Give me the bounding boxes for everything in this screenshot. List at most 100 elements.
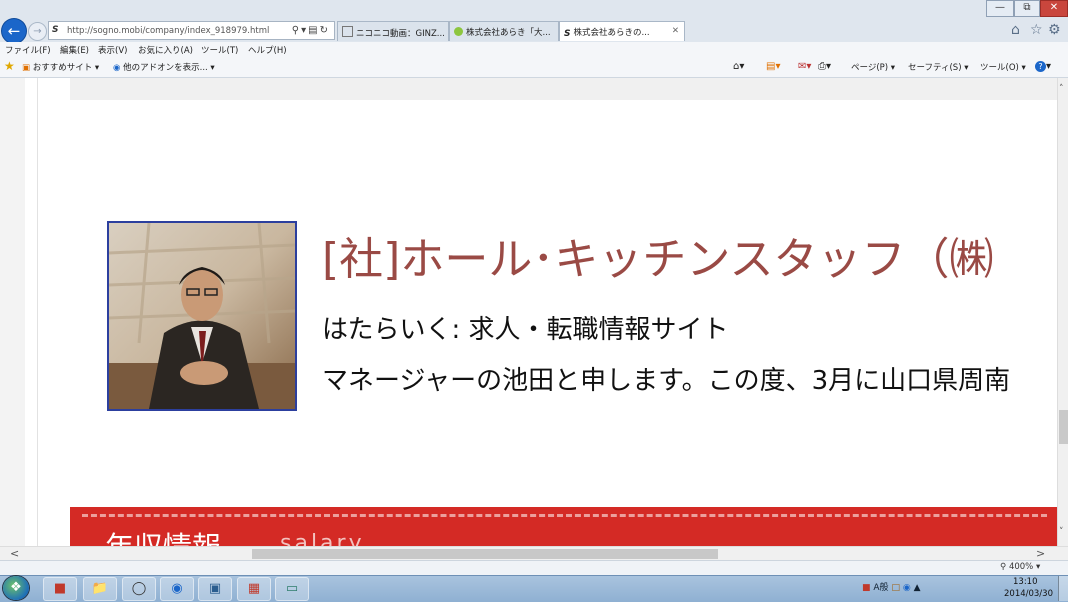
back-button[interactable]: ← <box>2 19 26 43</box>
favorites-star-icon[interactable]: ★ <box>4 59 15 73</box>
taskbar-paint[interactable]: ▦ <box>237 577 271 601</box>
help-icon: ? <box>1035 61 1046 72</box>
scroll-left-icon[interactable]: < <box>10 547 19 560</box>
menu-help[interactable]: ヘルプ(H) <box>248 44 287 56</box>
company-title: [社]ホール･キッチンスタッフ（㈱ <box>322 234 994 285</box>
menu-favorites[interactable]: お気に入り(A) <box>138 44 193 56</box>
office-icon: ■ <box>53 581 67 596</box>
windows-start-icon[interactable]: ❖ <box>3 576 29 600</box>
gear-icon[interactable]: ⚙ <box>1048 22 1061 38</box>
salary-heading-en: salary <box>280 531 365 546</box>
paint-icon: ▦ <box>247 581 261 596</box>
zoom-icon: ⚲ <box>1000 562 1009 572</box>
web-slice-icon: ▣ <box>22 63 33 73</box>
clock-time[interactable]: 13:10 <box>1013 577 1038 587</box>
tab-label: 株式会社あらき「大... <box>466 28 551 38</box>
site-favicon: S <box>564 29 571 39</box>
vertical-scroll-thumb[interactable] <box>1059 410 1068 444</box>
ie-icon: ◉ <box>171 581 183 596</box>
tools-menu[interactable]: ツール(O) ▾ <box>980 61 1026 73</box>
home-icon: ⌂ <box>733 61 740 72</box>
site-favicon: S <box>52 25 59 35</box>
salary-section-header: 年収情報 salary <box>70 507 1057 546</box>
manager-photo <box>107 221 297 411</box>
fav-more-addons[interactable]: ◉ 他のアドオンを表示... ▾ <box>113 61 215 73</box>
page-menu[interactable]: ページ(P) ▾ <box>851 61 895 73</box>
vertical-scrollbar[interactable]: ˄ ˅ <box>1057 78 1068 546</box>
safety-menu[interactable]: セーフティ(S) ▾ <box>908 61 968 73</box>
ie-icon: ◉ <box>113 63 124 73</box>
top-band <box>70 78 1057 100</box>
print-icon: ⎙ <box>818 61 826 72</box>
compat-icon[interactable]: ▤ <box>308 25 319 36</box>
star-icon[interactable]: ☆ <box>1030 22 1043 38</box>
close-tab-icon[interactable]: ✕ <box>672 26 679 36</box>
menu-file[interactable]: ファイル(F) <box>5 44 51 56</box>
home-cmd[interactable]: ⌂▾ <box>733 61 744 72</box>
taskbar-explorer[interactable]: 📁 <box>83 577 117 601</box>
tray-icon: ■ <box>862 583 871 593</box>
horizontal-scroll-thumb[interactable] <box>252 549 718 559</box>
print-cmd[interactable]: ⎙▾ <box>818 61 831 72</box>
tray-icon: □ <box>891 583 900 593</box>
forward-arrow-icon: → <box>33 26 42 37</box>
scroll-right-icon[interactable]: > <box>1036 547 1045 560</box>
back-arrow-icon: ← <box>7 22 21 40</box>
tab-araki-1[interactable]: 株式会社あらき「大... <box>449 21 559 41</box>
clock-date[interactable]: 2014/03/30 <box>1004 589 1053 599</box>
site-name: はたらいく: 求人・転職情報サイト <box>322 315 729 345</box>
system-tray[interactable]: ■ A般 □ ◉ ▲ <box>862 580 920 593</box>
minimize-button[interactable]: — <box>986 0 1014 17</box>
mail-icon: ✉ <box>798 61 807 72</box>
manager-message: マネージャーの池田と申します。この度、3月に山口県周南 <box>322 366 1011 396</box>
tab-label: ニコニコ動画：GINZ... <box>356 29 445 39</box>
forward-button[interactable]: → <box>28 22 47 41</box>
salary-heading-ja: 年収情報 <box>105 524 221 546</box>
scroll-up-icon[interactable]: ˄ <box>1059 84 1064 94</box>
tab-niconico[interactable]: ニコニコ動画：GINZ... <box>337 21 449 41</box>
search-icon[interactable]: ⚲ <box>292 25 301 36</box>
show-desktop-button[interactable] <box>1058 576 1068 601</box>
folder-icon: 📁 <box>91 581 109 596</box>
menu-tools[interactable]: ツール(T) <box>201 44 238 56</box>
status-bar <box>0 560 1068 576</box>
page-viewport: [社]ホール･キッチンスタッフ（㈱ はたらいく: 求人・転職情報サイト マネージ… <box>0 78 1057 546</box>
tab-araki-active[interactable]: S 株式会社あらきの... ✕ <box>559 21 685 41</box>
manager-photo-image <box>109 223 295 409</box>
fav-label: おすすめサイト ▾ <box>32 63 100 73</box>
window-icon: ▣ <box>208 581 222 596</box>
tab-label: 株式会社あらきの... <box>573 28 650 38</box>
help-icon: ◉ <box>902 583 911 593</box>
address-url[interactable]: http://sogno.mobi/company/index_918979.h… <box>67 26 269 36</box>
refresh-icon[interactable]: ↻ <box>320 25 330 36</box>
help-cmd[interactable]: ? ▾ <box>1035 61 1051 72</box>
taskbar-app-7[interactable]: ▭ <box>275 577 309 601</box>
close-window-button[interactable]: ✕ <box>1040 0 1068 17</box>
scroll-down-icon[interactable]: ˅ <box>1059 527 1064 537</box>
leaf-icon <box>454 27 463 36</box>
address-bar[interactable]: S http://sogno.mobi/company/index_918979… <box>48 21 335 40</box>
taskbar-ie[interactable]: ◉ <box>160 577 194 601</box>
restore-button[interactable]: ⧉ <box>1014 0 1040 17</box>
menu-edit[interactable]: 編集(E) <box>60 44 89 56</box>
fav-label: 他のアドオンを表示... ▾ <box>123 63 215 73</box>
fav-recommended-sites[interactable]: ▣ おすすめサイト ▾ <box>22 61 99 73</box>
left-gutter <box>0 78 26 546</box>
zoom-value: 400% <box>1008 562 1034 572</box>
dashed-divider <box>82 514 1047 517</box>
taskbar-app-1[interactable]: ■ <box>43 577 77 601</box>
rss-cmd[interactable]: ▤▾ <box>766 61 780 72</box>
tv-icon <box>342 26 353 37</box>
zoom-level[interactable]: ⚲ 400% ▾ <box>1000 562 1040 572</box>
hp-icon: ◯ <box>131 581 147 596</box>
taskbar-window[interactable]: ▣ <box>198 577 232 601</box>
home-icon[interactable]: ⌂ <box>1011 22 1020 38</box>
menu-view[interactable]: 表示(V) <box>98 44 127 56</box>
ime-icon: A般 <box>873 583 889 593</box>
mail-cmd[interactable]: ✉▾ <box>798 61 811 72</box>
app-icon: ▭ <box>285 581 299 596</box>
rss-icon: ▤ <box>766 61 776 72</box>
horizontal-scrollbar[interactable]: < > <box>0 546 1068 561</box>
left-strip <box>25 78 38 546</box>
taskbar-hp[interactable]: ◯ <box>122 577 156 601</box>
